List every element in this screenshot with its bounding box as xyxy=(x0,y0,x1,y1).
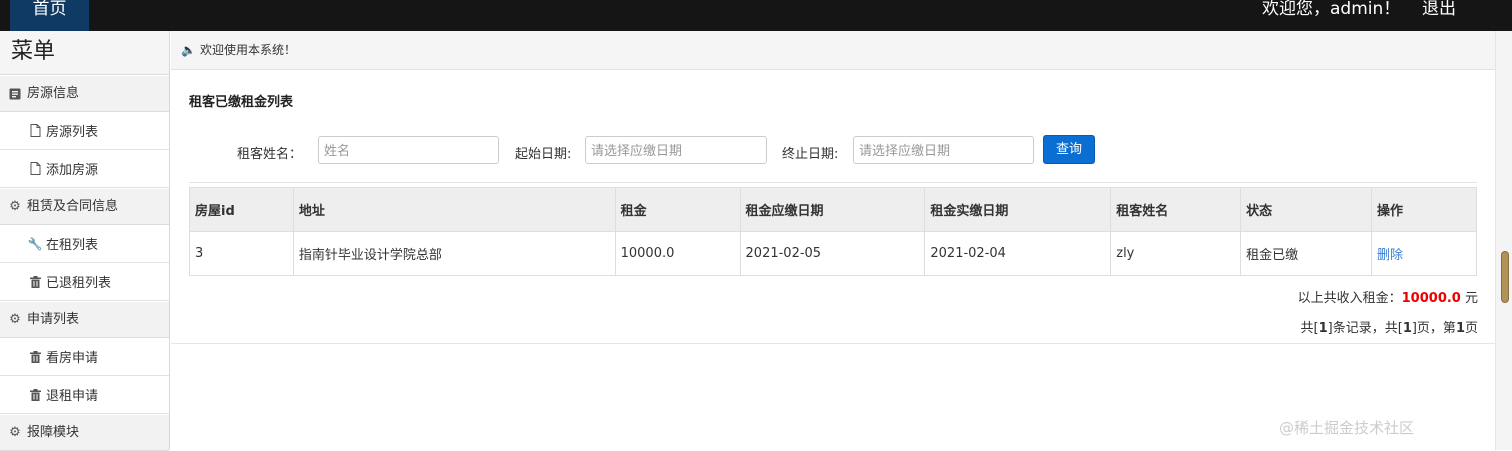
table-header-row: 房屋id 地址 租金 租金应缴日期 租金实缴日期 租客姓名 状态 操作 xyxy=(189,187,1477,232)
home-tab[interactable]: 首页 xyxy=(10,0,89,31)
sidebar: 菜单 房源信息 房源列表 添加房源 ⚙ 租赁及合同信息 🔧 在租列表 已退租列表… xyxy=(0,31,170,451)
trash-icon xyxy=(28,275,42,288)
cell-rent: 10000.0 xyxy=(614,231,741,276)
tenant-name-input[interactable] xyxy=(318,136,499,164)
column-header: 租金应缴日期 xyxy=(739,187,926,232)
summary-prefix: 以上共收入租金： xyxy=(1297,291,1402,306)
column-header: 状态 xyxy=(1240,187,1373,232)
pager-total: 1 xyxy=(1318,321,1328,336)
sidebar-item-label: 添加房源 xyxy=(46,163,99,178)
sidebar-item-termination-request[interactable]: 退租申请 xyxy=(0,376,169,414)
vertical-scrollbar[interactable] xyxy=(1495,31,1512,450)
trash-icon xyxy=(28,388,42,401)
sidebar-group-lease[interactable]: ⚙ 租赁及合同信息 xyxy=(0,188,169,225)
watermark: @稀土掘金技术社区 xyxy=(1279,419,1415,437)
start-date-input[interactable] xyxy=(585,136,767,164)
file-icon xyxy=(28,124,42,137)
file-icon xyxy=(28,162,42,175)
income-summary: 以上共收入租金：10000.0 元 xyxy=(1298,287,1478,306)
trash-icon xyxy=(28,350,42,363)
sidebar-group-label: 租赁及合同信息 xyxy=(27,199,119,214)
cell-address: 指南针毕业设计学院总部 xyxy=(292,231,616,276)
cell-status: 租金已缴 xyxy=(1240,231,1373,276)
cell-tenant: zly xyxy=(1110,231,1242,276)
summary-suffix: 元 xyxy=(1460,291,1478,306)
sidebar-group-listings[interactable]: 房源信息 xyxy=(0,75,169,112)
scrollbar-thumb[interactable] xyxy=(1501,251,1509,303)
table-row: 3 指南针毕业设计学院总部 10000.0 2021-02-05 2021-02… xyxy=(189,231,1477,276)
column-header: 租金实缴日期 xyxy=(924,187,1112,232)
notice-text: 欢迎使用本系统！ xyxy=(199,43,296,57)
sidebar-item-listing-list[interactable]: 房源列表 xyxy=(0,112,169,150)
pager-text: ]条记录，共[ xyxy=(1327,321,1403,336)
pager-current: 1 xyxy=(1455,321,1465,336)
sidebar-item-add-listing[interactable]: 添加房源 xyxy=(0,150,169,188)
sidebar-item-viewing-request[interactable]: 看房申请 xyxy=(0,338,169,376)
welcome-text: 欢迎您，admin！ xyxy=(1262,0,1401,19)
sidebar-group-label: 申请列表 xyxy=(27,312,80,327)
speaker-icon: 🔈 xyxy=(181,43,196,57)
wrench-icon: 🔧 xyxy=(27,236,43,251)
rent-table: 房屋id 地址 租金 租金应缴日期 租金实缴日期 租客姓名 状态 操作 3 指南… xyxy=(189,187,1477,276)
gear-icon: ⚙ xyxy=(9,199,21,214)
summary-amount: 10000.0 xyxy=(1401,291,1461,306)
sidebar-item-terminated-list[interactable]: 已退租列表 xyxy=(0,263,169,301)
column-header: 房屋id xyxy=(189,187,294,232)
document-icon xyxy=(7,88,23,100)
pager-text: 页 xyxy=(1464,321,1478,336)
sidebar-item-renting-list[interactable]: 🔧 在租列表 xyxy=(0,225,169,263)
sidebar-item-label: 退租申请 xyxy=(46,389,99,404)
column-header: 操作 xyxy=(1371,187,1477,232)
list-title: 租客已缴租金列表 xyxy=(189,95,294,110)
delete-link[interactable]: 删除 xyxy=(1377,248,1403,263)
end-date-label: 终止日期: xyxy=(782,147,839,162)
rent-list-panel: 租客已缴租金列表 租客姓名： 起始日期: 终止日期: 查询 房屋id 地址 租金… xyxy=(171,71,1495,344)
notice-bar: 🔈 欢迎使用本系统！ xyxy=(171,31,1495,70)
sidebar-group-applications[interactable]: ⚙ 申请列表 xyxy=(0,301,169,338)
column-header: 租金 xyxy=(614,187,741,232)
cell-house-id: 3 xyxy=(189,231,294,276)
sidebar-group-label: 房源信息 xyxy=(27,86,80,101)
gear-icon: ⚙ xyxy=(9,312,21,327)
divider xyxy=(189,182,1477,183)
sidebar-group-repairs[interactable]: ⚙ 报障模块 xyxy=(0,414,169,451)
start-date-label: 起始日期: xyxy=(515,147,572,162)
gear-icon: ⚙ xyxy=(9,425,21,440)
pager-text: ]页，第 xyxy=(1411,321,1456,336)
column-header: 租客姓名 xyxy=(1110,187,1242,232)
pager-pages: 1 xyxy=(1402,321,1412,336)
sidebar-item-label: 已退租列表 xyxy=(46,276,112,291)
column-header: 地址 xyxy=(292,187,616,232)
sidebar-item-label: 房源列表 xyxy=(46,125,99,140)
main-content: 🔈 欢迎使用本系统！ 租客已缴租金列表 租客姓名： 起始日期: 终止日期: 查询… xyxy=(171,31,1495,450)
pager-text: 共[ xyxy=(1300,321,1319,336)
sidebar-item-label: 看房申请 xyxy=(46,351,99,366)
logout-link[interactable]: 退出 xyxy=(1422,0,1456,18)
top-navbar: 首页 欢迎您，admin！ 退出 xyxy=(0,0,1512,31)
tenant-name-label: 租客姓名： xyxy=(237,147,303,162)
menu-title: 菜单 xyxy=(0,31,169,75)
pagination-info: 共[1]条记录，共[1]页，第1页 xyxy=(1301,317,1478,336)
sidebar-group-label: 报障模块 xyxy=(27,425,80,440)
query-button[interactable]: 查询 xyxy=(1043,135,1095,164)
cell-paid-date: 2021-02-04 xyxy=(924,231,1112,276)
sidebar-item-label: 在租列表 xyxy=(46,238,99,253)
cell-due-date: 2021-02-05 xyxy=(739,231,926,276)
cell-action: 删除 xyxy=(1371,231,1477,276)
end-date-input[interactable] xyxy=(853,136,1034,164)
